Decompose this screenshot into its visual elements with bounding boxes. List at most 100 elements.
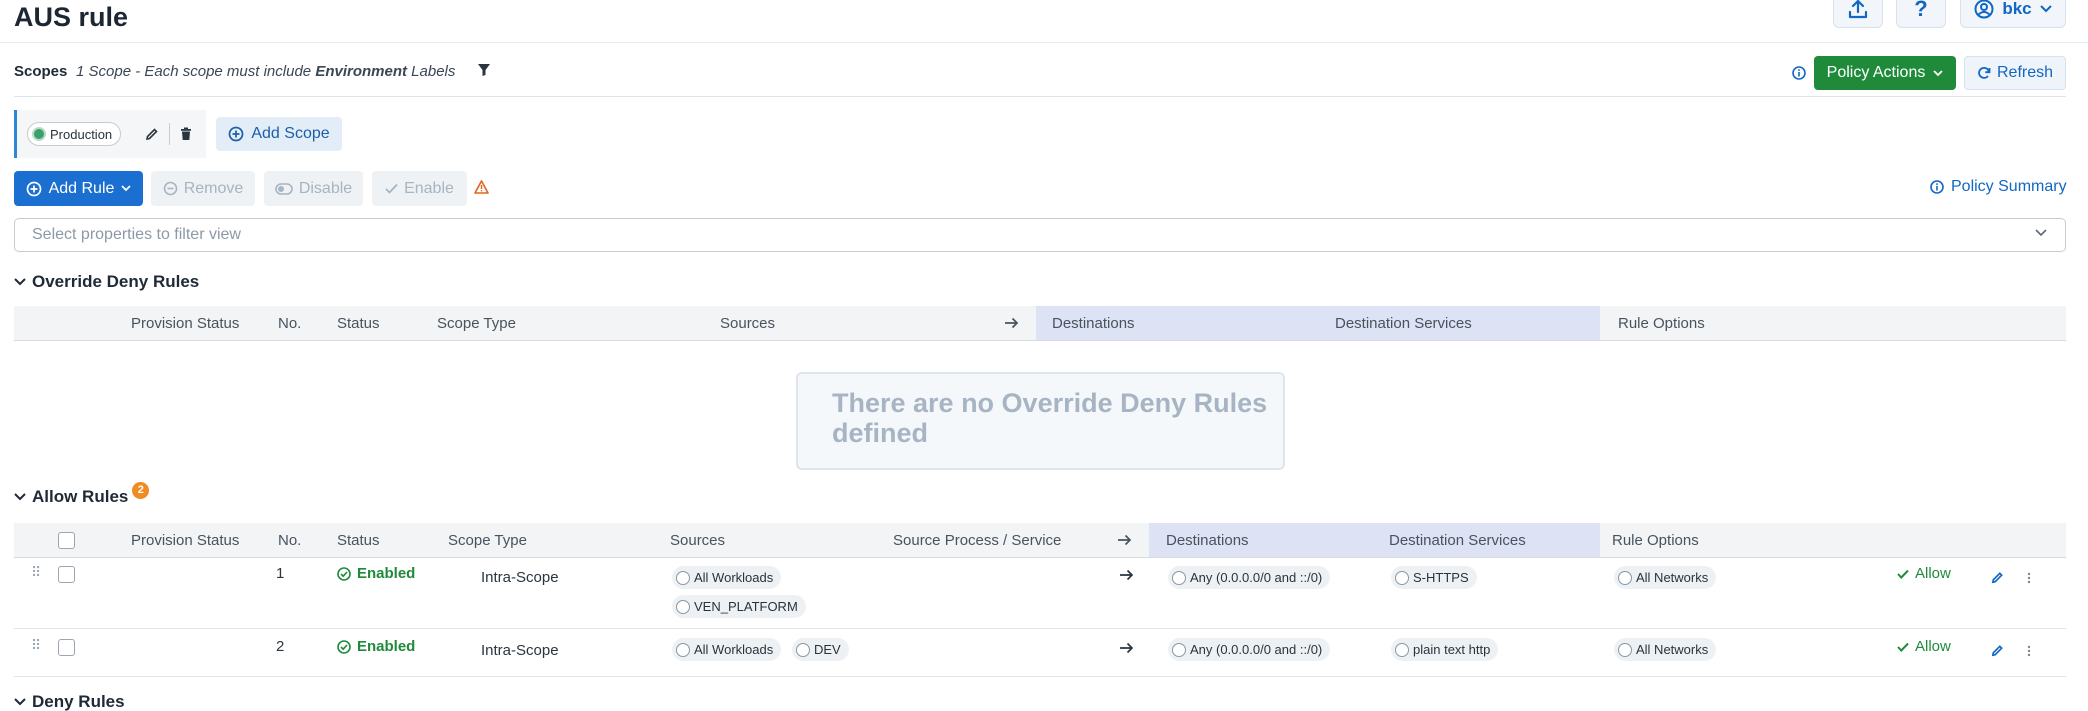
- refresh-icon: [1978, 67, 1991, 79]
- rule-number: 2: [276, 638, 285, 655]
- deny-rules-title: Deny Rules: [32, 692, 125, 711]
- source-pill[interactable]: VEN_PLATFORM: [672, 595, 806, 618]
- edit-icon[interactable]: [1991, 644, 2004, 657]
- toggle-off-icon: [275, 182, 293, 195]
- col-scope-type[interactable]: Scope Type: [437, 315, 516, 332]
- col-no[interactable]: No.: [278, 315, 301, 332]
- export-button[interactable]: [1833, 0, 1883, 28]
- add-scope-label: Add Scope: [251, 125, 330, 142]
- scopes-divider: [14, 96, 2066, 97]
- rule-action: Allow: [1897, 638, 1951, 655]
- allow-rules-count-badge: 2: [132, 481, 150, 499]
- destination-label: Any (0.0.0.0/0 and ::/0): [1190, 642, 1323, 657]
- chevron-down-icon: [14, 493, 26, 501]
- add-rule-button[interactable]: Add Rule: [14, 171, 143, 206]
- network-icon: [1618, 570, 1632, 585]
- rule-action-label: Allow: [1915, 565, 1951, 582]
- source-label: DEV: [814, 642, 841, 657]
- warning-icon[interactable]: [474, 180, 489, 194]
- col-sources[interactable]: Sources: [720, 315, 775, 332]
- chevron-down-icon[interactable]: [2035, 229, 2047, 237]
- plus-circle-icon: [26, 181, 41, 196]
- col-provision-status[interactable]: Provision Status: [131, 532, 239, 549]
- workload-icon: [676, 570, 690, 585]
- row-checkbox[interactable]: [58, 566, 75, 583]
- remove-button[interactable]: Remove: [151, 171, 255, 206]
- enable-button[interactable]: Enable: [372, 171, 467, 206]
- drag-handle-icon[interactable]: ⠿: [31, 637, 41, 654]
- policy-actions-button[interactable]: Policy Actions: [1814, 56, 1956, 90]
- disable-button[interactable]: Disable: [264, 171, 363, 206]
- source-pill[interactable]: All Workloads: [672, 566, 782, 589]
- more-options-icon[interactable]: [2027, 645, 2031, 657]
- table-row[interactable]: ⠿ 1 Enabled Intra-Scope All Workloads VE…: [0, 558, 2088, 629]
- arrow-right-icon: [1005, 317, 1019, 329]
- info-icon[interactable]: [1792, 66, 1806, 80]
- col-rule-options[interactable]: Rule Options: [1612, 532, 1699, 549]
- label-group-icon: [676, 599, 690, 614]
- more-options-icon[interactable]: [2027, 572, 2031, 584]
- network-label: All Networks: [1636, 642, 1709, 657]
- scope-label-chip[interactable]: Production: [27, 122, 122, 146]
- arrow-right-icon: [1120, 642, 1134, 654]
- upload-icon: [1848, 0, 1868, 19]
- source-pill[interactable]: DEV: [792, 638, 849, 661]
- col-sources[interactable]: Sources: [670, 532, 725, 549]
- select-all-checkbox[interactable]: [58, 532, 75, 549]
- environment-icon: [32, 127, 46, 141]
- destination-pill[interactable]: Any (0.0.0.0/0 and ::/0): [1168, 638, 1331, 661]
- source-pill[interactable]: All Workloads: [672, 638, 782, 661]
- col-source-process-service[interactable]: Source Process / Service: [893, 532, 1061, 549]
- question-icon: ?: [1914, 0, 1928, 21]
- col-scope-type[interactable]: Scope Type: [448, 532, 527, 549]
- user-menu-button[interactable]: bkc: [1960, 0, 2066, 28]
- network-pill[interactable]: All Networks: [1614, 566, 1717, 589]
- destination-label: Any (0.0.0.0/0 and ::/0): [1190, 570, 1323, 585]
- col-status[interactable]: Status: [337, 532, 380, 549]
- policy-summary-label: Policy Summary: [1951, 178, 2067, 195]
- remove-label: Remove: [183, 179, 244, 197]
- network-label: All Networks: [1636, 570, 1709, 585]
- destination-pill[interactable]: Any (0.0.0.0/0 and ::/0): [1168, 566, 1331, 589]
- col-destinations[interactable]: Destinations: [1166, 532, 1249, 549]
- filter-icon[interactable]: [477, 63, 491, 77]
- policy-summary-link[interactable]: Policy Summary: [1930, 178, 2067, 196]
- allow-rules-section-header[interactable]: Allow Rules 2: [14, 481, 150, 507]
- header-divider: [0, 42, 2088, 43]
- col-destination-services[interactable]: Destination Services: [1335, 315, 1472, 332]
- edit-icon[interactable]: [1991, 571, 2004, 584]
- filter-input[interactable]: Select properties to filter view: [14, 218, 2066, 252]
- add-scope-button[interactable]: Add Scope: [216, 117, 342, 151]
- refresh-button[interactable]: Refresh: [1964, 56, 2066, 90]
- edit-icon[interactable]: [145, 127, 159, 141]
- user-name: bkc: [2002, 0, 2032, 18]
- rule-action: Allow: [1897, 565, 1951, 582]
- help-button[interactable]: ?: [1896, 0, 1946, 28]
- col-rule-options[interactable]: Rule Options: [1618, 315, 1705, 332]
- service-label: S-HTTPS: [1413, 570, 1469, 585]
- check-icon: [1897, 642, 1909, 652]
- drag-handle-icon[interactable]: ⠿: [31, 564, 41, 581]
- service-pill[interactable]: plain text http: [1391, 638, 1499, 661]
- user-icon: [1974, 0, 1994, 19]
- network-pill[interactable]: All Networks: [1614, 638, 1717, 661]
- service-icon: [1395, 570, 1409, 585]
- scopes-desc-prefix: 1 Scope - Each scope must include: [76, 63, 312, 80]
- deny-rules-section-header[interactable]: Deny Rules: [14, 692, 125, 711]
- trash-icon[interactable]: [180, 127, 192, 141]
- override-deny-table-header: Provision Status No. Status Scope Type S…: [14, 306, 2066, 341]
- col-destination-services[interactable]: Destination Services: [1389, 532, 1526, 549]
- table-row[interactable]: ⠿ 2 Enabled Intra-Scope All Workloads DE…: [0, 629, 2088, 677]
- override-deny-section-header[interactable]: Override Deny Rules: [14, 272, 199, 292]
- check-icon: [385, 183, 398, 194]
- service-pill[interactable]: S-HTTPS: [1391, 566, 1477, 589]
- row-divider: [14, 676, 2066, 677]
- policy-actions-label: Policy Actions: [1826, 64, 1926, 81]
- col-provision-status[interactable]: Provision Status: [131, 315, 239, 332]
- col-no[interactable]: No.: [278, 532, 301, 549]
- row-checkbox[interactable]: [58, 639, 75, 656]
- chevron-down-icon: [14, 278, 26, 286]
- col-destinations[interactable]: Destinations: [1052, 315, 1135, 332]
- col-status[interactable]: Status: [337, 315, 380, 332]
- disable-label: Disable: [298, 179, 353, 197]
